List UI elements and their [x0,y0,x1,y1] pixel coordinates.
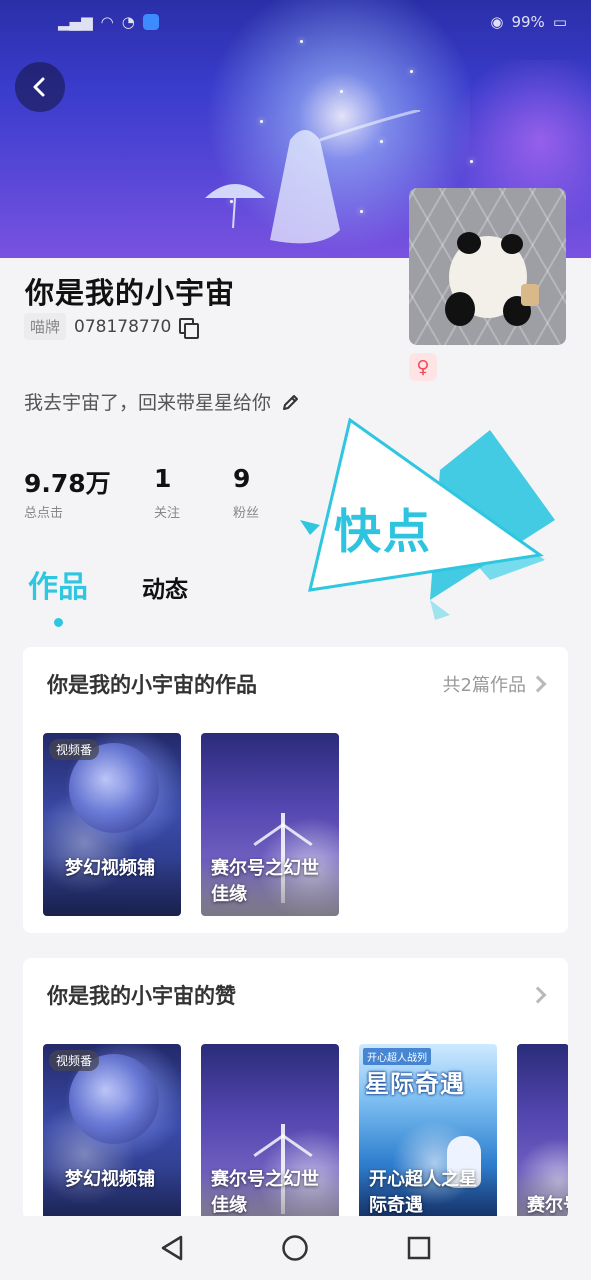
likes-cover-row: 视频番 梦幻视频铺 赛尔号之幻世佳缘 开心超人战列 星际奇遇 开心超人之星际奇遇… [43,1044,568,1220]
liked-cover[interactable]: 赛尔号之幻世佳缘 [201,1044,339,1220]
chevron-right-icon [529,675,547,693]
cover-label: 开心超人之星际奇遇 [369,1169,477,1216]
battery-icon: ▭ [552,13,567,31]
banner-star [470,160,473,163]
card-title: 你是我的小宇宙的赞 [47,984,236,1008]
battery-text: 99% [511,13,545,31]
nav-home-button[interactable] [271,1224,319,1272]
works-card-header[interactable]: 你是我的小宇宙的作品 共2篇作品 [47,669,548,699]
copy-icon[interactable] [179,317,200,339]
tab-label: 动态 [142,577,188,603]
work-cover[interactable]: 视频番 梦幻视频铺 [43,733,181,916]
triangle-back-icon [161,1235,183,1261]
wifi-icon: ◠ [100,13,114,31]
works-card: 你是我的小宇宙的作品 共2篇作品 视频番 梦幻视频铺 赛尔号之幻世佳缘 [23,647,568,933]
banner-figure [270,110,421,244]
panda-ear [457,232,481,254]
chevron-right-icon [529,986,547,1004]
tab-moments[interactable]: 动态 [142,562,188,604]
status-right: ◉ 99% ▭ [490,13,567,31]
liked-cover[interactable]: 赛尔号之幻世佳缘 [517,1044,568,1220]
bio-text: 我去宇宙了，回来带星星给你 [24,392,272,414]
nav-back-button[interactable] [148,1224,196,1272]
liked-cover[interactable]: 开心超人战列 星际奇遇 开心超人之星际奇遇 [359,1044,497,1220]
cover-title: 星际奇遇 [365,1070,465,1098]
circle-home-icon [282,1235,309,1261]
likes-card-header[interactable]: 你是我的小宇宙的赞 [47,980,548,1010]
cover-banner: 开心超人战列 [363,1048,431,1065]
cover-label: 梦幻视频铺 [65,1169,155,1190]
watermark-text: 快点 [334,505,432,560]
square-recent-icon [407,1236,431,1260]
eye-icon: ◉ [490,13,504,31]
gender-badge: ♀ [409,353,437,381]
cover-label: 赛尔号之幻世佳缘 [211,858,319,905]
profile-tabs: 作品 动态 [28,562,188,627]
banner-star [410,70,413,73]
stat-label: 总点击 [24,506,64,521]
works-more-link[interactable]: 共2篇作品 [443,671,548,697]
tab-active-indicator [53,618,63,627]
likes-more-link[interactable] [529,986,548,1004]
tab-label: 作品 [28,570,88,605]
panda-ear [501,234,523,254]
id-tag: 喵牌 [24,313,67,340]
id-row: 喵牌 078178770 [24,313,200,340]
stats-row: 9.78万 总点击 1 关注 9 粉丝 [24,464,313,521]
notification-icon: ◔ [121,13,135,31]
stat-value: 1 [154,464,172,493]
likes-card: 你是我的小宇宙的赞 视频番 梦幻视频铺 赛尔号之幻世佳缘 开心超人战列 星际奇遇… [23,958,568,1220]
back-arrow-icon [33,77,45,97]
banner-star [340,90,343,93]
id-value: 078178770 [74,316,172,337]
works-cover-row: 视频番 梦幻视频铺 赛尔号之幻世佳缘 [43,733,339,916]
panda-leg [445,292,475,326]
liked-cover[interactable]: 视频番 梦幻视频铺 [43,1044,181,1220]
signal-icon: ▂▄▆ [58,13,93,31]
status-left: ▂▄▆ ◠ ◔ [58,13,159,31]
work-cover[interactable]: 赛尔号之幻世佳缘 [201,733,339,916]
cover-tag: 视频番 [49,1050,100,1071]
tab-works[interactable]: 作品 [28,562,88,627]
status-bar: ▂▄▆ ◠ ◔ ◉ 99% ▭ [0,0,591,44]
avatar[interactable] [409,188,566,345]
bio-row[interactable]: 我去宇宙了，回来带星星给你 [24,388,301,415]
system-nav-bar [0,1216,591,1280]
panda-bamboo [521,284,539,306]
cover-label: 梦幻视频铺 [65,858,155,879]
works-count: 共2篇作品 [442,675,526,696]
stat-value: 9.78万 [24,469,111,498]
nickname: 你是我的小宇宙 [25,276,236,310]
card-title: 你是我的小宇宙的作品 [47,673,257,697]
nav-recent-button[interactable] [395,1224,443,1272]
stat-clicks[interactable]: 9.78万 总点击 [24,464,154,521]
cover-tag: 视频番 [49,739,100,760]
stat-following[interactable]: 1 关注 [154,464,233,521]
cover-label: 赛尔号之幻世佳缘 [211,1169,319,1216]
back-button[interactable] [15,62,65,112]
shield-icon [142,14,159,30]
stat-label: 关注 [154,506,181,521]
